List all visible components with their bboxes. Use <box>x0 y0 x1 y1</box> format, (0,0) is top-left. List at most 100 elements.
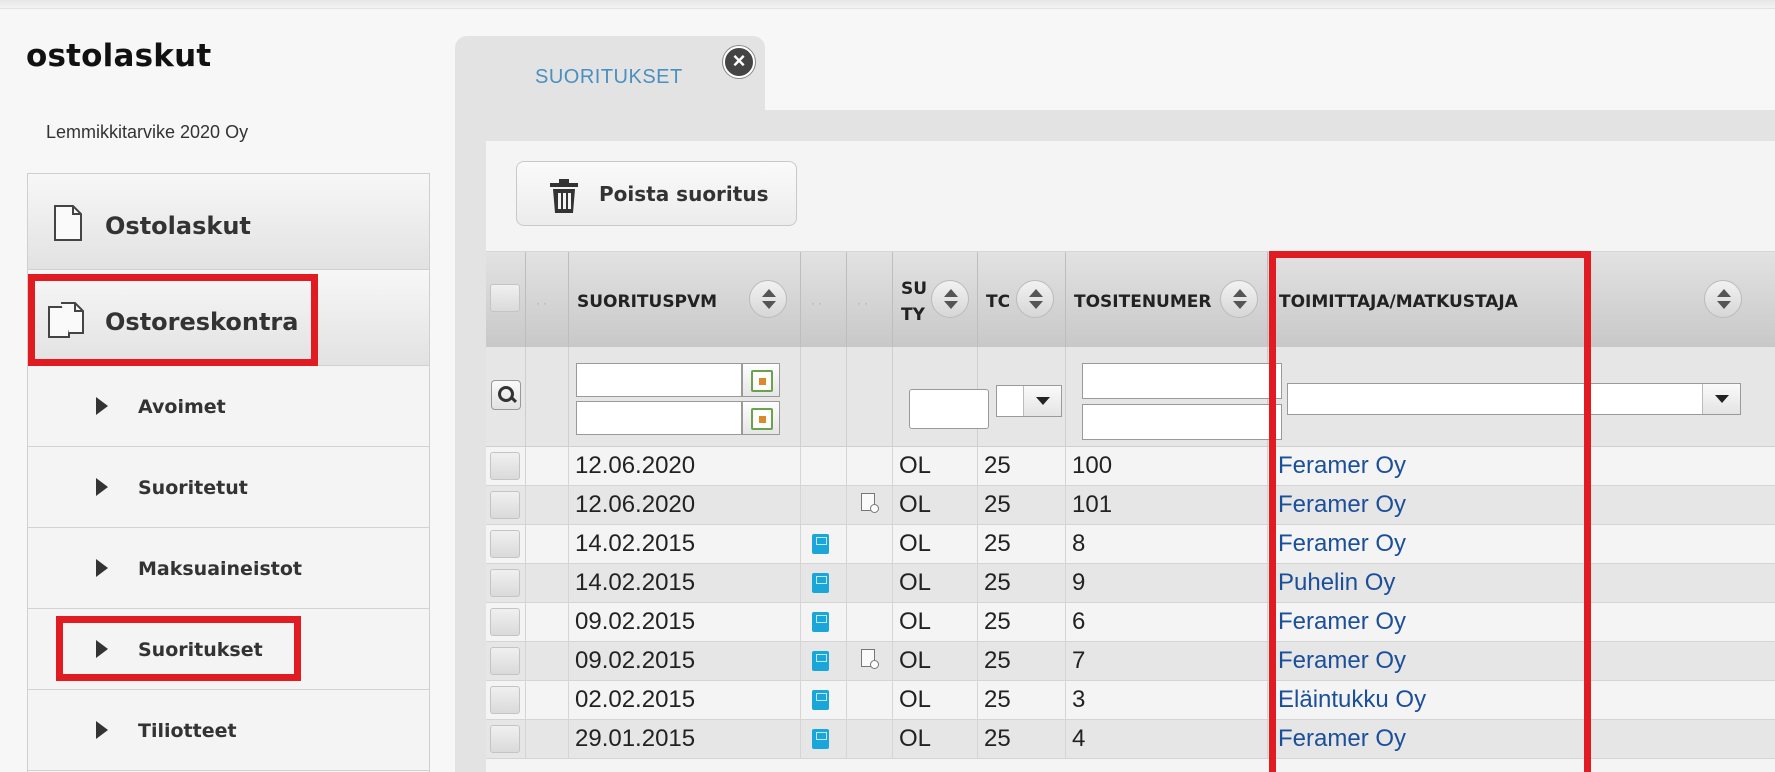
header-col-book: ·· <box>801 252 847 348</box>
row-checkbox[interactable] <box>490 686 520 714</box>
table-row[interactable]: 29.01.2015 OL 25 4 Feramer Oy <box>486 720 1775 759</box>
row-attachment-cell <box>847 642 893 680</box>
search-icon[interactable] <box>491 380 521 410</box>
sort-icon[interactable] <box>931 280 969 318</box>
nav-item-suoritetut[interactable]: Suoritetut <box>28 447 429 528</box>
calendar-icon[interactable] <box>742 363 780 397</box>
calendar-icon[interactable] <box>742 401 780 435</box>
header-supplier[interactable]: TOIMITTAJA/MATKUSTAJA <box>1268 252 1775 348</box>
header-voucher[interactable]: TOSITENUMER <box>1066 252 1268 348</box>
table-row[interactable]: 12.06.2020 OL 25 101 Feramer Oy <box>486 486 1775 525</box>
row-blank-cell <box>526 564 569 602</box>
supplier-filter-select[interactable] <box>1287 383 1741 415</box>
supplier-link[interactable]: Feramer Oy <box>1268 603 1775 641</box>
table-row[interactable]: 09.02.2015 OL 25 6 Feramer Oy <box>486 603 1775 642</box>
row-blank-cell <box>526 603 569 641</box>
row-book-cell <box>801 681 847 719</box>
row-cell-type: OL <box>893 642 978 680</box>
sort-icon[interactable] <box>1016 280 1054 318</box>
chevron-down-icon[interactable] <box>1023 386 1061 416</box>
delete-payment-button[interactable]: Poista suoritus <box>516 161 797 226</box>
supplier-link[interactable]: Feramer Oy <box>1268 720 1775 758</box>
book-icon[interactable] <box>812 690 829 710</box>
table-row[interactable]: 14.02.2015 OL 25 8 Feramer Oy <box>486 525 1775 564</box>
tab-suoritukset[interactable]: SUORITUKSET <box>455 36 765 118</box>
row-cell-date: 09.02.2015 <box>569 642 801 680</box>
row-cell-type: OL <box>893 525 978 563</box>
attachment-icon[interactable] <box>861 649 879 669</box>
nav-item-ostolaskut[interactable]: Ostolaskut <box>28 174 429 270</box>
row-cell-voucher: 4 <box>1066 720 1268 758</box>
row-checkbox[interactable] <box>490 647 520 675</box>
row-checkbox[interactable] <box>490 530 520 558</box>
row-checkbox[interactable] <box>490 608 520 636</box>
nav-item-suoritukset[interactable]: Suoritukset <box>28 609 429 690</box>
sort-icon[interactable] <box>749 280 787 318</box>
row-book-cell <box>801 603 847 641</box>
nav-item-ostoreskontra[interactable]: Ostoreskontra <box>28 270 429 366</box>
row-attachment-cell <box>847 447 893 485</box>
row-blank-cell <box>526 486 569 524</box>
row-book-cell <box>801 642 847 680</box>
header-label: TOIMITTAJA/MATKUSTAJA <box>1279 292 1518 312</box>
sort-icon[interactable] <box>1704 280 1742 318</box>
row-cell-tc: 25 <box>978 525 1066 563</box>
book-icon[interactable] <box>812 573 829 593</box>
supplier-link[interactable]: Feramer Oy <box>1268 447 1775 485</box>
row-cell-type: OL <box>893 447 978 485</box>
nav-item-avoimet[interactable]: Avoimet <box>28 366 429 447</box>
attachment-icon[interactable] <box>861 493 879 513</box>
header-label: TC <box>986 292 1011 312</box>
nav-item-tiliotteet[interactable]: Tiliotteet <box>28 690 429 771</box>
row-cell-tc: 25 <box>978 720 1066 758</box>
supplier-link[interactable]: Feramer Oy <box>1268 525 1775 563</box>
header-date[interactable]: SUORITUSPVM <box>569 252 801 348</box>
supplier-link[interactable]: Feramer Oy <box>1268 642 1775 680</box>
table-row[interactable]: 12.06.2020 OL 25 100 Feramer Oy <box>486 447 1775 486</box>
row-select-cell <box>486 603 526 641</box>
delete-button-label: Poista suoritus <box>599 182 769 206</box>
select-all-checkbox[interactable] <box>490 284 520 312</box>
column-resize-handle[interactable]: ·· <box>857 296 871 310</box>
header-tc[interactable]: TC <box>978 252 1066 348</box>
row-cell-tc: 25 <box>978 681 1066 719</box>
sort-icon[interactable] <box>1220 280 1258 318</box>
tc-filter-select[interactable] <box>996 385 1062 417</box>
close-icon[interactable]: × <box>723 46 755 78</box>
row-select-cell <box>486 564 526 602</box>
row-checkbox[interactable] <box>490 725 520 753</box>
nav-item-maksuaineistot[interactable]: Maksuaineistot <box>28 528 429 609</box>
header-label: SU TY <box>901 279 928 325</box>
chevron-down-icon[interactable] <box>1702 384 1740 414</box>
book-icon[interactable] <box>812 651 829 671</box>
table-row[interactable]: 02.02.2015 OL 25 3 Eläintukku Oy <box>486 681 1775 720</box>
row-select-cell <box>486 642 526 680</box>
book-icon[interactable] <box>812 612 829 632</box>
type-filter-input[interactable] <box>909 389 989 429</box>
table-row[interactable]: 09.02.2015 OL 25 7 Feramer Oy <box>486 642 1775 681</box>
column-resize-handle[interactable]: ·· <box>536 296 550 310</box>
voucher-from-input[interactable] <box>1082 363 1282 399</box>
row-book-cell <box>801 525 847 563</box>
row-blank-cell <box>526 525 569 563</box>
voucher-to-input[interactable] <box>1082 404 1282 440</box>
row-cell-date: 12.06.2020 <box>569 486 801 524</box>
row-cell-date: 12.06.2020 <box>569 447 801 485</box>
header-type[interactable]: SU TY <box>893 252 978 348</box>
tab-label: SUORITUKSET <box>535 66 683 88</box>
row-cell-type: OL <box>893 564 978 602</box>
supplier-link[interactable]: Feramer Oy <box>1268 486 1775 524</box>
row-checkbox[interactable] <box>490 491 520 519</box>
column-resize-handle[interactable]: ·· <box>811 296 825 310</box>
supplier-link[interactable]: Puhelin Oy <box>1268 564 1775 602</box>
book-icon[interactable] <box>812 729 829 749</box>
supplier-link[interactable]: Eläintukku Oy <box>1268 681 1775 719</box>
row-checkbox[interactable] <box>490 569 520 597</box>
row-select-cell <box>486 681 526 719</box>
row-checkbox[interactable] <box>490 452 520 480</box>
nav-item-label: Tiliotteet <box>138 720 237 742</box>
date-to-input[interactable] <box>576 401 742 435</box>
book-icon[interactable] <box>812 534 829 554</box>
table-row[interactable]: 14.02.2015 OL 25 9 Puhelin Oy <box>486 564 1775 603</box>
date-from-input[interactable] <box>576 363 742 397</box>
